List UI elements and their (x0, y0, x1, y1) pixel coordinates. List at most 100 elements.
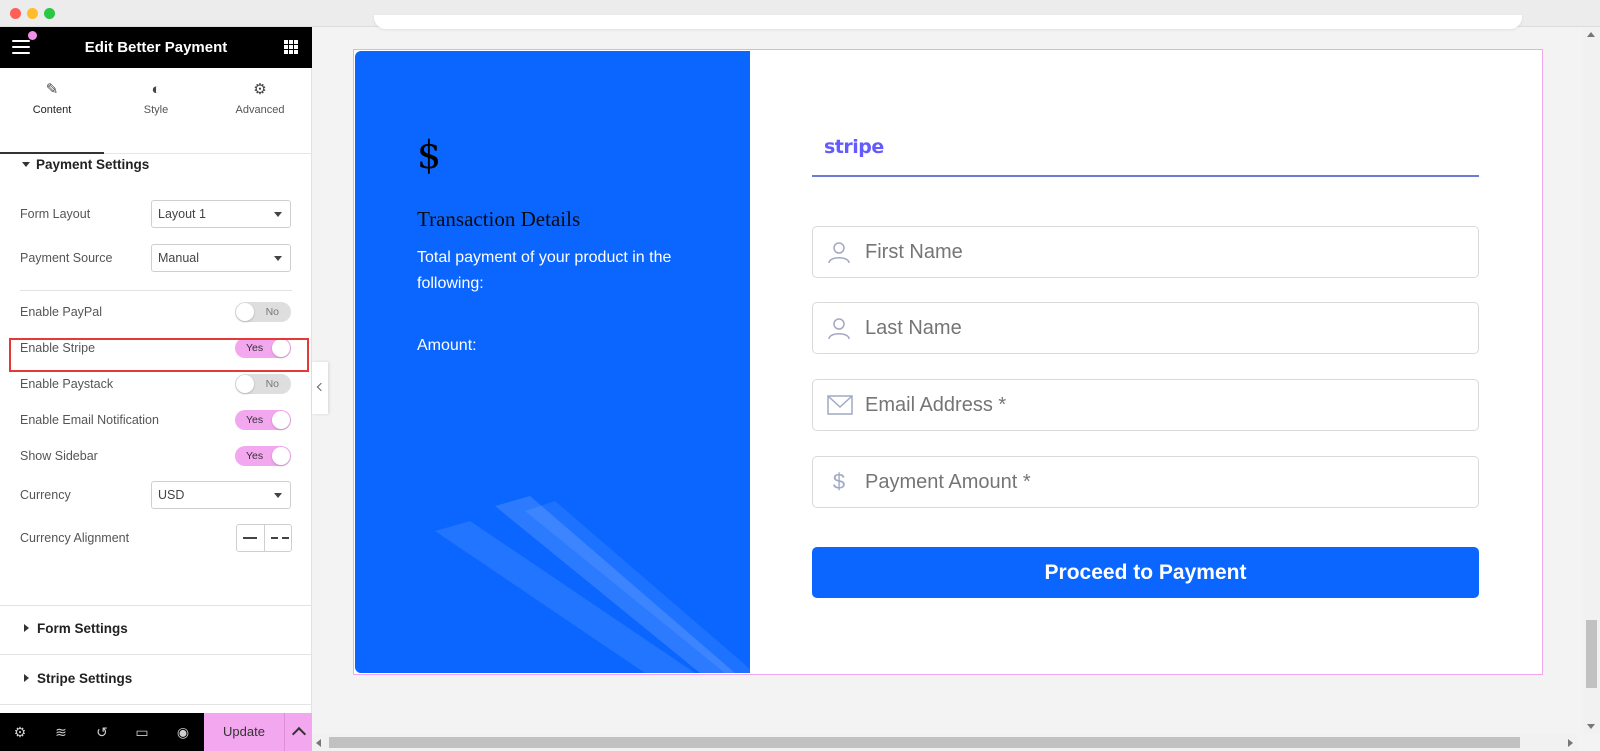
responsive-mode-icon[interactable]: ▭ (134, 724, 150, 740)
section-title: Form Settings (37, 621, 128, 636)
pencil-icon: ✎ (45, 81, 59, 98)
enable-stripe-highlight-box (9, 338, 309, 372)
input-placeholder: Last Name (865, 317, 962, 339)
input-placeholder: Email Address * (865, 394, 1007, 416)
dollar-icon: $ (832, 469, 846, 494)
last-name-input[interactable]: Last Name (812, 302, 1479, 354)
scroll-down-icon[interactable] (1587, 724, 1595, 729)
select-value: Manual (158, 251, 199, 265)
editor-panel: Edit Better Payment ✎ Content ◐ Style ⚙ … (0, 27, 312, 751)
widgets-grid-icon[interactable] (284, 40, 298, 54)
show-sidebar-toggle[interactable]: Yes (235, 446, 291, 466)
input-placeholder: First Name (865, 241, 963, 263)
currency-select[interactable]: USD (151, 481, 291, 509)
section-form-settings[interactable]: Form Settings (0, 621, 312, 636)
email-address-input[interactable]: Email Address * (812, 379, 1479, 431)
diagonal-stripes-decoration (435, 496, 750, 673)
payment-amount-input[interactable]: $ Payment Amount * (812, 456, 1479, 508)
panel-footer: ⚙ ≋ ↺ ▭ ◉ Update (0, 713, 312, 751)
section-payment-settings[interactable]: Payment Settings (0, 157, 312, 172)
panel-tabs: ✎ Content ◐ Style ⚙ Advanced (0, 68, 312, 154)
paystack-toggle[interactable]: No (235, 374, 291, 394)
toggle-label: Show Sidebar (20, 449, 98, 463)
gateway-underline (812, 175, 1479, 177)
history-icon[interactable]: ↺ (94, 724, 110, 740)
collapse-panel-button[interactable] (312, 362, 328, 414)
align-left-button[interactable] (237, 525, 264, 551)
toggle-row-email-notification: Enable Email Notification Yes (0, 405, 312, 435)
toggle-state: Yes (246, 450, 264, 462)
chevron-down-icon (274, 493, 282, 498)
chevron-down-icon (274, 212, 282, 217)
transaction-description: Total payment of your product in the fol… (417, 249, 672, 292)
vertical-scrollbar[interactable] (1583, 27, 1600, 734)
currency-symbol: $ (417, 133, 442, 177)
divider (0, 654, 312, 655)
user-icon (828, 318, 850, 340)
email-notification-toggle[interactable]: Yes (235, 410, 291, 430)
align-right-button[interactable] (263, 525, 292, 551)
tab-advanced[interactable]: ⚙ Advanced (208, 68, 312, 154)
user-icon (828, 242, 850, 264)
toggle-row-show-sidebar: Show Sidebar Yes (0, 441, 312, 471)
select-value: Layout 1 (158, 207, 206, 221)
horizontal-scroll-thumb[interactable] (329, 737, 1520, 748)
form-layout-row: Form Layout Layout 1 (0, 199, 312, 229)
currency-alignment-label: Currency Alignment (20, 531, 130, 545)
align-right-icon (265, 535, 292, 541)
toggle-label: Enable Paystack (20, 377, 114, 391)
section-stripe-settings[interactable]: Stripe Settings (0, 671, 312, 686)
preview-eye-icon[interactable]: ◉ (175, 724, 191, 740)
paypal-toggle[interactable]: No (235, 302, 291, 322)
form-layout-select[interactable]: Layout 1 (151, 200, 291, 228)
toggle-row-paypal: Enable PayPal No (0, 297, 312, 327)
payment-source-select[interactable]: Manual (151, 244, 291, 272)
scroll-right-icon[interactable] (1568, 739, 1573, 747)
tab-label: Advanced (235, 104, 285, 116)
toggle-state: Yes (246, 414, 264, 426)
divider (0, 704, 312, 705)
tab-label: Style (143, 104, 169, 116)
chevron-up-icon[interactable] (284, 713, 312, 751)
caret-down-icon (22, 162, 30, 167)
maximize-window-button[interactable] (44, 8, 55, 19)
horizontal-scrollbar[interactable] (312, 734, 1577, 751)
first-name-input[interactable]: First Name (812, 226, 1479, 278)
transaction-sidebar: $ Transaction Details Total payment of y… (355, 51, 750, 673)
stripe-logo: stripe (824, 136, 884, 158)
toggle-label: Enable PayPal (20, 305, 103, 319)
currency-label: Currency (20, 488, 71, 502)
tab-style[interactable]: ◐ Style (104, 68, 208, 154)
caret-right-icon (24, 674, 29, 682)
form-layout-label: Form Layout (20, 207, 91, 221)
payment-source-row: Payment Source Manual (0, 243, 312, 273)
transaction-title: Transaction Details (417, 207, 581, 231)
update-button[interactable]: Update (204, 713, 284, 751)
tab-label: Content (32, 104, 72, 116)
input-placeholder: Payment Amount * (865, 471, 1031, 493)
currency-row: Currency USD (0, 480, 312, 510)
caret-right-icon (24, 624, 29, 632)
alignment-button-group (236, 524, 292, 552)
chevron-down-icon (274, 256, 282, 261)
previous-section-edge (374, 15, 1522, 29)
panel-header: Edit Better Payment (0, 27, 312, 68)
toggle-row-paystack: Enable Paystack No (0, 369, 312, 399)
minimize-window-button[interactable] (27, 8, 38, 19)
panel-title: Edit Better Payment (84, 39, 228, 56)
divider (20, 290, 292, 291)
half-circle-icon: ◐ (151, 81, 161, 98)
layers-icon[interactable]: ≋ (53, 724, 69, 740)
scroll-left-icon[interactable] (316, 739, 321, 747)
scroll-up-icon[interactable] (1587, 32, 1595, 37)
settings-gear-icon[interactable]: ⚙ (12, 724, 28, 740)
section-title: Stripe Settings (37, 671, 133, 686)
select-value: USD (158, 488, 185, 502)
currency-alignment-row: Currency Alignment (0, 523, 312, 553)
tab-content[interactable]: ✎ Content (0, 68, 104, 154)
hamburger-menu-icon[interactable] (12, 40, 30, 54)
proceed-to-payment-button[interactable]: Proceed to Payment (812, 547, 1479, 598)
close-window-button[interactable] (10, 8, 21, 19)
toggle-state: No (265, 306, 279, 318)
vertical-scroll-thumb[interactable] (1586, 620, 1597, 688)
